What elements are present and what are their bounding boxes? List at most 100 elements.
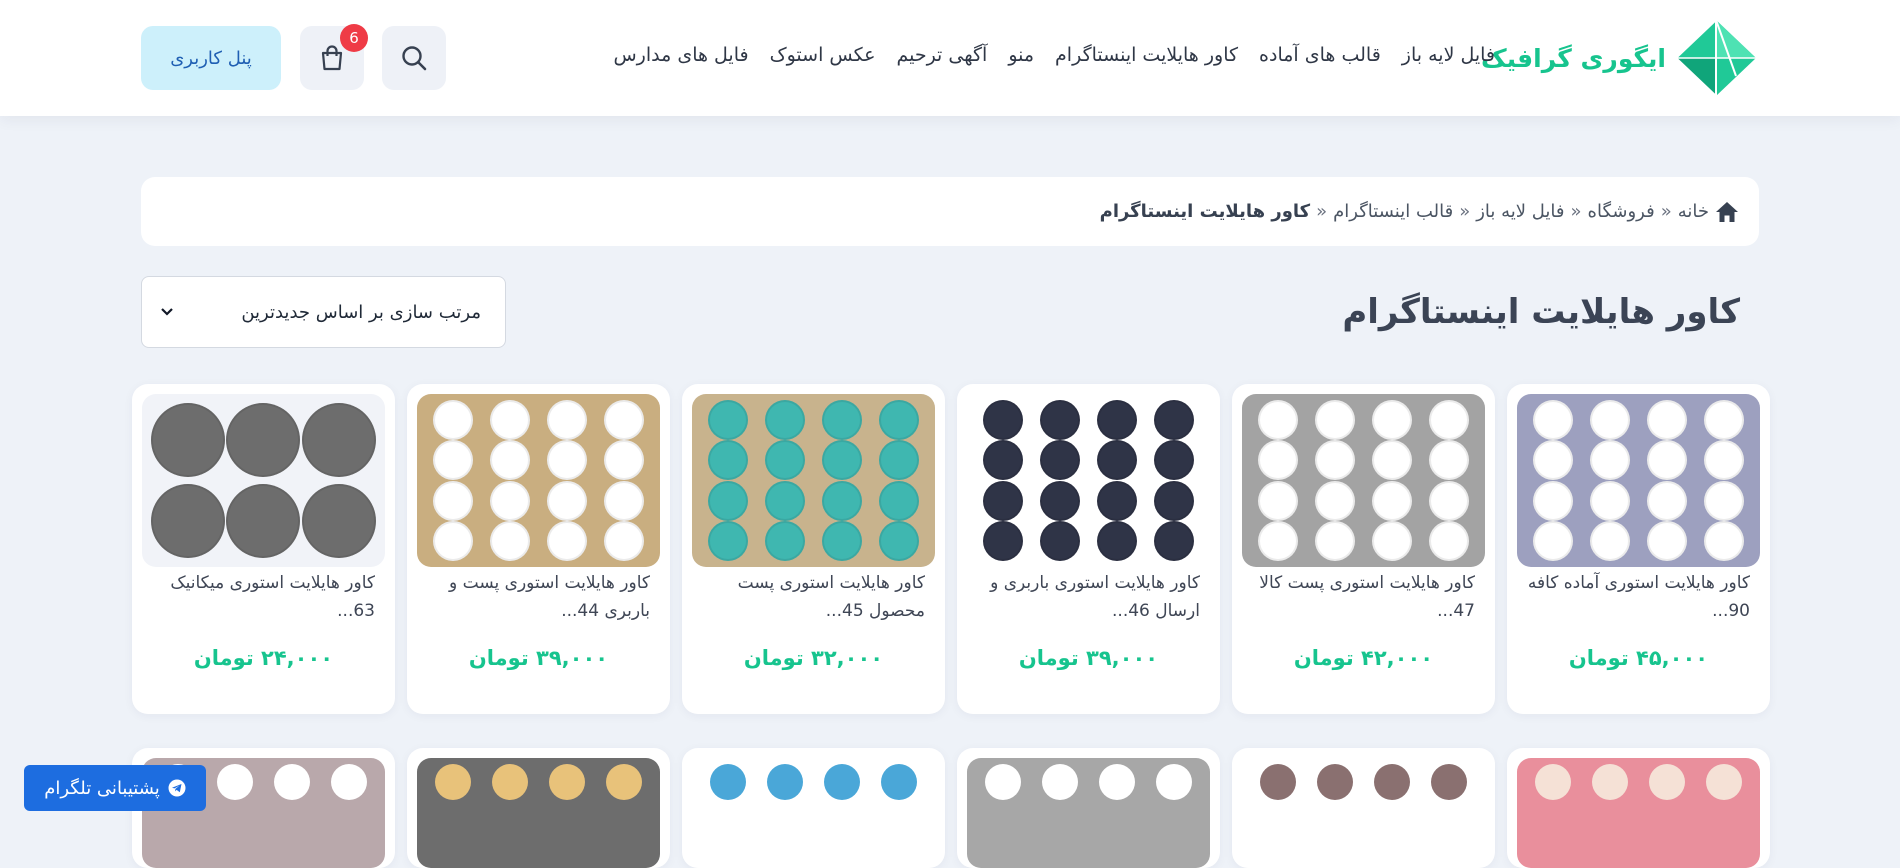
- highlight-cover-icon: [1042, 764, 1079, 800]
- product-title[interactable]: کاور هایلایت استوری باربری و ارسال 46...: [974, 569, 1200, 625]
- highlight-cover-icon: [603, 480, 644, 521]
- main-nav: فایل لایه باز قالب های آماده کاور هایلای…: [613, 44, 1495, 66]
- highlight-cover-icon: [433, 520, 474, 561]
- highlight-cover-icon: [1258, 480, 1299, 521]
- highlight-cover-icon: [1040, 400, 1081, 441]
- search-button[interactable]: [382, 26, 446, 90]
- breadcrumb-instagram-template[interactable]: قالب اینستاگرام: [1333, 201, 1453, 222]
- highlight-cover-icon: [1590, 440, 1631, 481]
- highlight-cover-icon: [490, 480, 531, 521]
- highlight-cover-icon: [1373, 764, 1410, 800]
- highlight-cover-icon: [1260, 764, 1297, 800]
- nav-item-obituary[interactable]: آگهی ترحیم: [896, 44, 987, 66]
- highlight-cover-icon: [1428, 480, 1469, 521]
- product-title[interactable]: کاور هایلایت استوری پست محصول 45...: [699, 569, 925, 625]
- search-icon: [402, 46, 427, 71]
- product-thumbnail[interactable]: [967, 758, 1210, 868]
- highlight-cover-icon: [1096, 400, 1137, 441]
- highlight-cover-icon: [821, 400, 862, 441]
- nav-item-school-files[interactable]: فایل های مدارس: [613, 44, 748, 66]
- product-price: ۴۵,۰۰۰ تومان: [1568, 646, 1709, 670]
- highlight-cover-icon: [1646, 400, 1687, 441]
- sort-select[interactable]: مرتب سازی بر اساس جدیدترین: [141, 276, 506, 348]
- product-card[interactable]: کاور هایلایت استوری آماده کافه 90... ۴۵,…: [1507, 384, 1770, 714]
- highlight-cover-icon: [765, 520, 806, 561]
- product-card[interactable]: [407, 748, 670, 868]
- site-logo[interactable]: ایگوری گرافیک: [1481, 18, 1758, 98]
- product-card[interactable]: [957, 748, 1220, 868]
- product-title[interactable]: کاور هایلایت استوری میکانیک 63...: [149, 569, 375, 625]
- highlight-cover-icon: [273, 764, 310, 800]
- product-title[interactable]: کاور هایلایت استوری آماده کافه 90...: [1524, 569, 1750, 625]
- nav-item-menu[interactable]: منو: [1008, 44, 1034, 66]
- product-title[interactable]: کاور هایلایت استوری پست کالا 47...: [1249, 569, 1475, 625]
- highlight-cover-icon: [605, 764, 642, 800]
- highlight-cover-icon: [1590, 480, 1631, 521]
- highlight-cover-icon: [1533, 440, 1574, 481]
- nav-item-ready-templates[interactable]: قالب های آماده: [1259, 44, 1381, 66]
- highlight-cover-icon: [878, 400, 919, 441]
- breadcrumb-shop[interactable]: فروشگاه: [1588, 201, 1655, 222]
- product-card[interactable]: کاور هایلایت استوری پست کالا 47... ۴۲,۰۰…: [1232, 384, 1495, 714]
- product-card[interactable]: [682, 748, 945, 868]
- highlight-cover-icon: [546, 440, 587, 481]
- highlight-cover-icon: [765, 400, 806, 441]
- nav-item-layered-files[interactable]: فایل لایه باز: [1402, 44, 1495, 66]
- product-thumbnail[interactable]: [417, 394, 660, 567]
- highlight-cover-icon: [1703, 520, 1744, 561]
- product-card[interactable]: [1507, 748, 1770, 868]
- product-thumbnail[interactable]: [1517, 394, 1760, 567]
- breadcrumb: خانه » فروشگاه » فایل لایه باز » قالب ای…: [141, 177, 1759, 246]
- nav-item-instagram-highlight[interactable]: کاور هایلایت اینستاگرام: [1055, 44, 1238, 66]
- highlight-cover-icon: [1317, 764, 1354, 800]
- cart-button[interactable]: 6: [300, 24, 368, 90]
- product-title[interactable]: کاور هایلایت استوری پست و باربری 44...: [424, 569, 650, 625]
- highlight-cover-icon: [710, 764, 747, 800]
- product-card[interactable]: [1232, 748, 1495, 868]
- highlight-cover-icon: [1371, 400, 1412, 441]
- breadcrumb-current: کاور هایلایت اینستاگرام: [1099, 201, 1311, 222]
- highlight-cover-icon: [1646, 480, 1687, 521]
- product-card[interactable]: کاور هایلایت استوری باربری و ارسال 46...…: [957, 384, 1220, 714]
- highlight-cover-icon: [226, 483, 301, 558]
- highlight-cover-icon: [767, 764, 804, 800]
- product-thumbnail[interactable]: [692, 394, 935, 567]
- breadcrumb-home[interactable]: خانه: [1678, 201, 1709, 222]
- telegram-support-button[interactable]: پشتیبانی تلگرام: [24, 765, 206, 811]
- product-thumbnail[interactable]: [692, 758, 935, 868]
- highlight-cover-icon: [1153, 520, 1194, 561]
- highlight-cover-icon: [433, 400, 474, 441]
- highlight-cover-icon: [150, 483, 225, 558]
- highlight-cover-icon: [1533, 400, 1574, 441]
- highlight-cover-icon: [1315, 440, 1356, 481]
- highlight-cover-icon: [435, 764, 472, 800]
- product-card[interactable]: کاور هایلایت استوری پست و باربری 44... ۳…: [407, 384, 670, 714]
- highlight-cover-icon: [1428, 440, 1469, 481]
- highlight-cover-icon: [1258, 440, 1299, 481]
- home-icon[interactable]: [1715, 201, 1739, 223]
- telegram-support-label: پشتیبانی تلگرام: [44, 777, 160, 799]
- product-thumbnail[interactable]: [1242, 758, 1485, 868]
- product-thumbnail[interactable]: [417, 758, 660, 868]
- highlight-cover-icon: [821, 480, 862, 521]
- highlight-cover-icon: [821, 440, 862, 481]
- highlight-cover-icon: [708, 520, 749, 561]
- highlight-cover-icon: [490, 440, 531, 481]
- highlight-cover-icon: [1096, 440, 1137, 481]
- product-card[interactable]: کاور هایلایت استوری میکانیک 63... ۲۴,۰۰۰…: [132, 384, 395, 714]
- highlight-cover-icon: [1590, 520, 1631, 561]
- highlight-cover-icon: [433, 480, 474, 521]
- logo-diamond-icon: [1674, 18, 1756, 98]
- highlight-cover-icon: [983, 400, 1024, 441]
- highlight-cover-icon: [983, 440, 1024, 481]
- user-panel-button[interactable]: پنل کاربری: [141, 26, 281, 90]
- breadcrumb-layered-files[interactable]: فایل لایه باز: [1476, 201, 1564, 222]
- product-thumbnail[interactable]: [142, 394, 385, 567]
- product-thumbnail[interactable]: [1242, 394, 1485, 567]
- product-thumbnail[interactable]: [1517, 758, 1760, 868]
- highlight-cover-icon: [708, 480, 749, 521]
- product-card[interactable]: کاور هایلایت استوری پست محصول 45... ۳۲,۰…: [682, 384, 945, 714]
- highlight-cover-icon: [708, 440, 749, 481]
- product-thumbnail[interactable]: [967, 394, 1210, 567]
- nav-item-stock-photo[interactable]: عکس استوک: [770, 44, 876, 66]
